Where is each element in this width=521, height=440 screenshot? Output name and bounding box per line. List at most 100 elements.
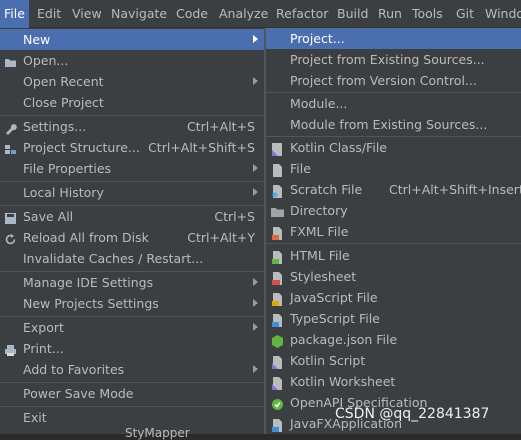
submenu-item-label: Kotlin Class/File bbox=[290, 140, 387, 155]
submenu-item-label: JavaScript File bbox=[290, 290, 378, 305]
submenu-arrow-icon bbox=[253, 35, 258, 43]
menu-file[interactable]: File bbox=[0, 0, 29, 28]
submenu-arrow-icon bbox=[253, 164, 258, 172]
menu-item-label: Export bbox=[23, 320, 64, 335]
menu-build[interactable]: Build bbox=[333, 0, 372, 28]
menu-item-export[interactable]: Export bbox=[0, 317, 264, 338]
kotlin-script-icon bbox=[271, 354, 284, 369]
javafx-icon bbox=[271, 417, 284, 432]
submenu-item-javascript-file[interactable]: JavaScript File bbox=[266, 287, 521, 308]
submenu-item-label: Project... bbox=[290, 31, 345, 46]
openapi-icon bbox=[271, 396, 284, 410]
directory-icon bbox=[271, 204, 284, 217]
menu-item-open[interactable]: Open... bbox=[0, 50, 264, 71]
menu-item-print[interactable]: Print... bbox=[0, 338, 264, 359]
menu-item-label: Exit bbox=[23, 410, 47, 425]
submenu-item-kotlin-script[interactable]: Kotlin Script bbox=[266, 350, 521, 371]
submenu-item-module-existing-sources[interactable]: Module from Existing Sources... bbox=[266, 114, 521, 135]
menu-item-add-to-favorites[interactable]: Add to Favorites bbox=[0, 359, 264, 380]
menu-run[interactable]: Run bbox=[374, 0, 406, 28]
submenu-item-project[interactable]: Project... bbox=[266, 28, 521, 49]
file-menu: New Open... Open Recent Close Project Se… bbox=[0, 28, 265, 434]
file-icon bbox=[271, 162, 284, 177]
menu-view[interactable]: View bbox=[68, 0, 106, 28]
submenu-item-label: File bbox=[290, 161, 311, 176]
menu-item-open-recent[interactable]: Open Recent bbox=[0, 71, 264, 92]
submenu-item-label: Kotlin Worksheet bbox=[290, 374, 396, 389]
menu-item-save-all[interactable]: Save All Ctrl+S bbox=[0, 206, 264, 227]
menu-navigate[interactable]: Navigate bbox=[107, 0, 171, 28]
menu-analyze[interactable]: Analyze bbox=[215, 0, 272, 28]
menu-item-exit[interactable]: Exit bbox=[0, 407, 264, 428]
menu-window[interactable]: Windo bbox=[481, 0, 521, 28]
submenu-item-shortcut: Ctrl+Alt+Shift+Insert bbox=[389, 182, 521, 197]
submenu-item-kotlin-class[interactable]: Kotlin Class/File bbox=[266, 137, 521, 158]
save-icon bbox=[4, 210, 17, 224]
menu-item-file-properties[interactable]: File Properties bbox=[0, 158, 264, 179]
menu-item-label: Local History bbox=[23, 185, 104, 200]
menu-item-label: Save All bbox=[23, 209, 74, 224]
submenu-item-fxml-file[interactable]: FXML File bbox=[266, 221, 521, 242]
submenu-item-module[interactable]: Module... bbox=[266, 93, 521, 114]
menu-item-power-save-mode[interactable]: Power Save Mode bbox=[0, 383, 264, 404]
submenu-item-typescript-file[interactable]: TypeScript File bbox=[266, 308, 521, 329]
menu-item-invalidate-caches[interactable]: Invalidate Caches / Restart... bbox=[0, 248, 264, 269]
menu-tools[interactable]: Tools bbox=[408, 0, 447, 28]
submenu-item-stylesheet[interactable]: Stylesheet bbox=[266, 266, 521, 287]
menu-item-label: Open... bbox=[23, 53, 69, 68]
submenu-item-label: Kotlin Script bbox=[290, 353, 366, 368]
menu-item-new[interactable]: New bbox=[0, 29, 264, 50]
menu-item-label: Manage IDE Settings bbox=[23, 275, 154, 290]
menu-item-manage-ide-settings[interactable]: Manage IDE Settings bbox=[0, 272, 264, 293]
menu-item-settings[interactable]: Settings... Ctrl+Alt+S bbox=[0, 116, 264, 137]
menu-item-shortcut: Ctrl+Alt+S bbox=[186, 119, 255, 134]
submenu-arrow-icon bbox=[253, 188, 258, 196]
new-submenu: Project... Project from Existing Sources… bbox=[265, 28, 521, 434]
ts-file-icon bbox=[271, 312, 284, 327]
menu-edit[interactable]: Edit bbox=[33, 0, 65, 28]
submenu-arrow-icon bbox=[253, 323, 258, 331]
submenu-item-directory[interactable]: Directory bbox=[266, 200, 521, 221]
partial-background-text: StyMapper bbox=[125, 426, 190, 440]
menu-item-new-projects-settings[interactable]: New Projects Settings bbox=[0, 293, 264, 314]
fxml-file-icon bbox=[271, 225, 284, 240]
folder-icon bbox=[4, 54, 17, 67]
submenu-item-project-existing-sources[interactable]: Project from Existing Sources... bbox=[266, 49, 521, 70]
menu-refactor[interactable]: Refactor bbox=[272, 0, 332, 28]
submenu-item-label: Directory bbox=[290, 203, 348, 218]
submenu-item-package-json[interactable]: package.json File bbox=[266, 329, 521, 350]
reload-icon bbox=[4, 231, 17, 245]
submenu-item-label: FXML File bbox=[290, 224, 349, 239]
menu-item-label: Settings... bbox=[23, 119, 87, 134]
submenu-item-label: Scratch File bbox=[290, 182, 363, 197]
kotlin-worksheet-icon bbox=[271, 375, 284, 390]
menu-code[interactable]: Code bbox=[172, 0, 212, 28]
submenu-item-file[interactable]: File bbox=[266, 158, 521, 179]
submenu-arrow-icon bbox=[253, 278, 258, 286]
js-file-icon bbox=[271, 291, 284, 306]
html-file-icon bbox=[271, 249, 284, 264]
submenu-item-html-file[interactable]: HTML File bbox=[266, 245, 521, 266]
submenu-item-scratch-file[interactable]: Scratch File Ctrl+Alt+Shift+Insert bbox=[266, 179, 521, 200]
menu-item-label: File Properties bbox=[23, 161, 112, 176]
submenu-item-project-vcs[interactable]: Project from Version Control... bbox=[266, 70, 521, 91]
submenu-item-label: Module from Existing Sources... bbox=[290, 117, 488, 132]
menu-git[interactable]: Git bbox=[452, 0, 478, 28]
menu-item-label: Close Project bbox=[23, 95, 104, 110]
menu-item-project-structure[interactable]: Project Structure... Ctrl+Alt+Shift+S bbox=[0, 137, 264, 158]
wrench-icon bbox=[4, 120, 17, 135]
menu-item-label: New bbox=[23, 32, 51, 47]
menu-item-local-history[interactable]: Local History bbox=[0, 182, 264, 203]
menu-item-close-project[interactable]: Close Project bbox=[0, 92, 264, 113]
menu-item-reload-all[interactable]: Reload All from Disk Ctrl+Alt+Y bbox=[0, 227, 264, 248]
scratch-file-icon bbox=[271, 183, 284, 198]
menu-separator bbox=[266, 243, 521, 244]
watermark: CSDN @qq_22841387 bbox=[335, 406, 490, 422]
menu-item-label: New Projects Settings bbox=[23, 296, 159, 311]
submenu-item-kotlin-worksheet[interactable]: Kotlin Worksheet bbox=[266, 371, 521, 392]
submenu-item-label: TypeScript File bbox=[290, 311, 380, 326]
submenu-item-label: Stylesheet bbox=[290, 269, 357, 284]
submenu-item-label: Project from Version Control... bbox=[290, 73, 477, 88]
submenu-item-label: Project from Existing Sources... bbox=[290, 52, 485, 67]
submenu-item-label: Module... bbox=[290, 96, 348, 111]
